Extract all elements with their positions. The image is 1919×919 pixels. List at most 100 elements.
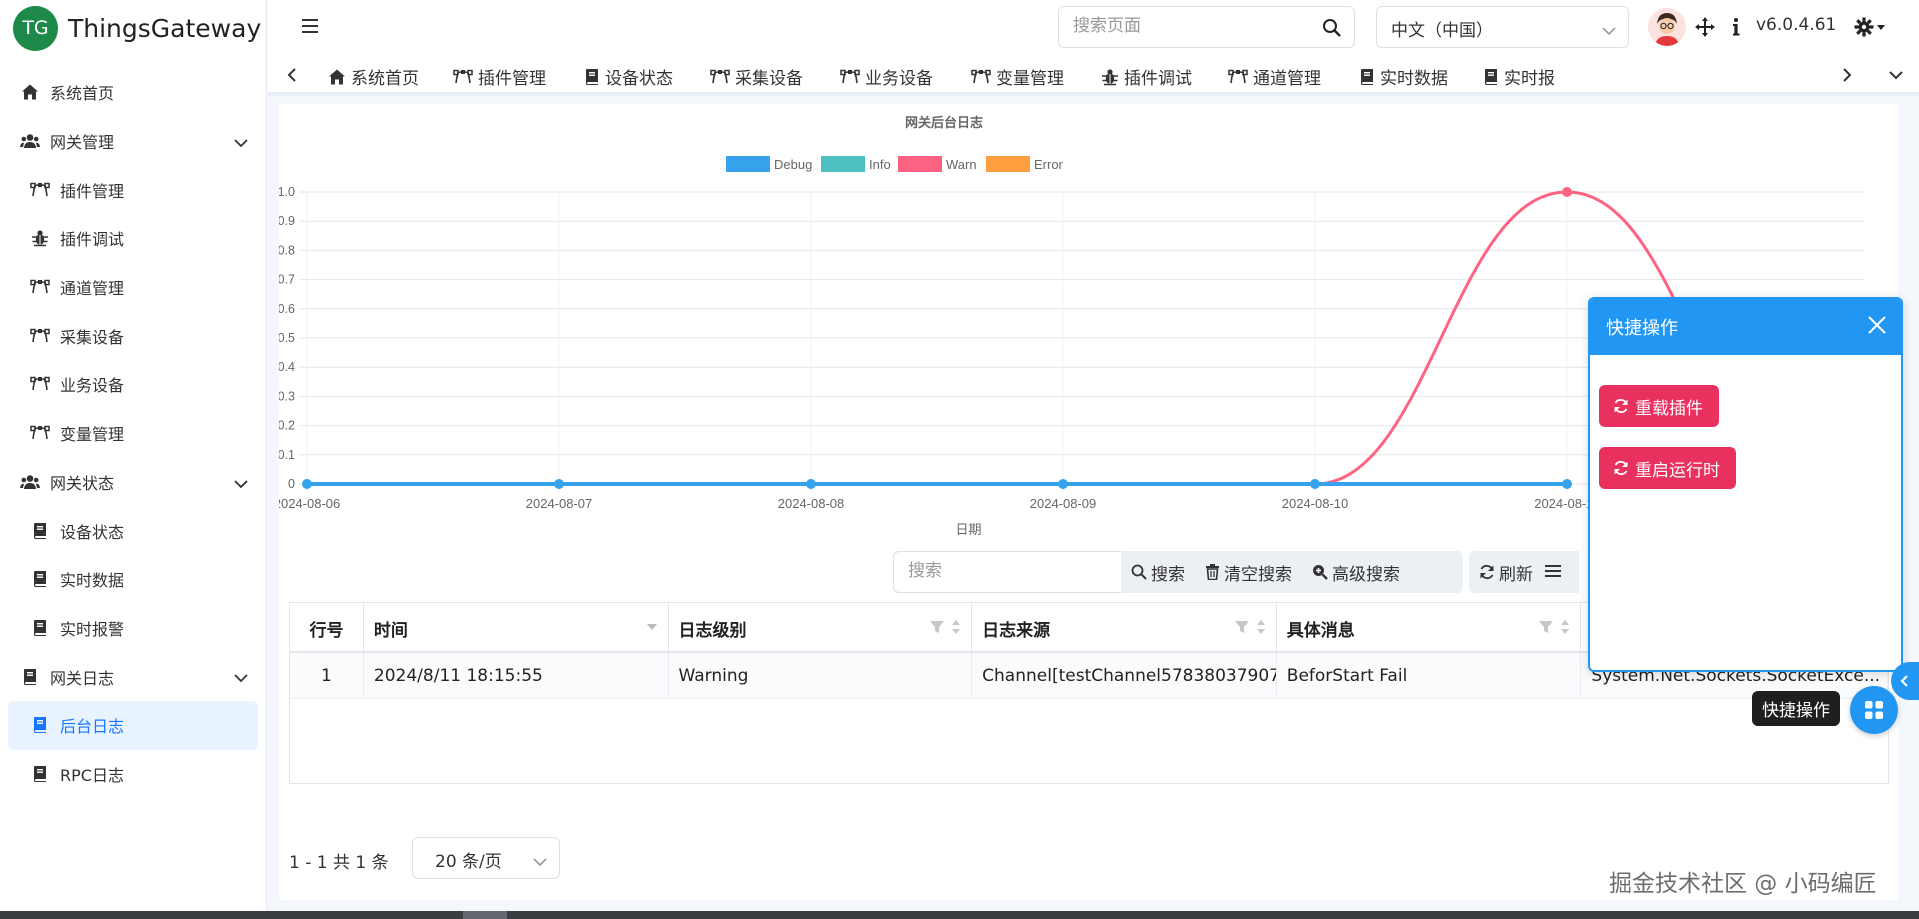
restart-runtime-label: 重启运行时 bbox=[1635, 460, 1720, 481]
bug-icon bbox=[1101, 68, 1124, 86]
sidebar-item-11[interactable]: 实时报警 bbox=[0, 604, 266, 653]
quick-actions-title: 快捷操作 bbox=[1606, 318, 1678, 339]
tab-5[interactable]: 变量管理 bbox=[971, 64, 1064, 89]
quick-actions-fab[interactable] bbox=[1850, 686, 1898, 734]
sidebar-item-10[interactable]: 实时数据 bbox=[0, 555, 266, 604]
chevron-down-icon bbox=[1602, 21, 1616, 41]
sidebar-item-4[interactable]: 通道管理 bbox=[0, 263, 266, 312]
y-tick-label: 0.2 bbox=[279, 419, 295, 433]
search-button-label: 搜索 bbox=[1151, 564, 1185, 585]
tab-4[interactable]: 业务设备 bbox=[840, 64, 933, 89]
table-cell: Warning bbox=[669, 653, 973, 699]
chevron-down-icon bbox=[533, 852, 547, 872]
sidebar-item-label: 实时数据 bbox=[60, 571, 125, 591]
data-point bbox=[1058, 479, 1068, 489]
sidebar-item-0[interactable]: 系统首页 bbox=[0, 68, 266, 117]
search-icon[interactable] bbox=[1322, 18, 1342, 42]
tab-label: 系统首页 bbox=[351, 69, 419, 89]
y-tick-label: 0.4 bbox=[279, 360, 295, 374]
page-search-input[interactable] bbox=[1073, 16, 1303, 36]
sidebar-item-label: 后台日志 bbox=[60, 717, 125, 737]
tab-7[interactable]: 通道管理 bbox=[1228, 64, 1321, 89]
book-icon bbox=[30, 618, 50, 638]
sidebar-item-13[interactable]: 后台日志 bbox=[8, 700, 258, 750]
language-value: 中文（中国） bbox=[1391, 21, 1493, 41]
tab-8[interactable]: 实时数据 bbox=[1359, 64, 1448, 89]
theme-gear-icon[interactable] bbox=[1853, 16, 1887, 42]
quick-actions-tooltip: 快捷操作 bbox=[1752, 691, 1840, 726]
restart-runtime-button[interactable]: 重启运行时 bbox=[1599, 447, 1736, 489]
sidebar-item-label: 网关日志 bbox=[50, 668, 115, 688]
sidebar-item-9[interactable]: 设备状态 bbox=[0, 506, 266, 555]
sidebar-item-2[interactable]: 插件管理 bbox=[0, 165, 266, 214]
sidebar-item-3[interactable]: 插件调试 bbox=[0, 214, 266, 263]
tabs-menu-chevron-icon[interactable] bbox=[1887, 66, 1905, 88]
table-search[interactable] bbox=[893, 551, 1121, 593]
brand-name: ThingsGateway bbox=[68, 13, 262, 43]
tab-9[interactable]: 实时报 bbox=[1483, 64, 1555, 89]
columns-list-icon[interactable] bbox=[1545, 563, 1561, 582]
sort-desc-icon[interactable] bbox=[646, 623, 658, 631]
col-tools bbox=[1234, 619, 1266, 635]
sort-icon bbox=[952, 620, 961, 634]
sidebar-item-label: 网关状态 bbox=[50, 473, 115, 493]
sidebar-item-14[interactable]: RPC日志 bbox=[0, 750, 266, 799]
book-icon bbox=[1359, 68, 1380, 86]
close-icon[interactable] bbox=[1867, 315, 1887, 340]
col-header-message[interactable]: 具体消息 bbox=[1277, 603, 1582, 653]
y-tick-label: 0.5 bbox=[279, 331, 295, 345]
tab-2[interactable]: 设备状态 bbox=[584, 64, 673, 89]
legend-swatch bbox=[986, 156, 1030, 172]
tab-label: 变量管理 bbox=[996, 69, 1064, 89]
home-icon bbox=[328, 68, 351, 86]
sidebar-item-label: 通道管理 bbox=[60, 279, 125, 299]
sidebar-item-1[interactable]: 网关管理 bbox=[0, 117, 266, 166]
page-size-select[interactable]: 20 条/页 bbox=[412, 837, 560, 879]
tab-label: 插件管理 bbox=[478, 69, 546, 89]
table-search-input[interactable] bbox=[908, 561, 1098, 581]
brand[interactable]: TG ThingsGateway bbox=[0, 0, 266, 56]
book-icon bbox=[1483, 68, 1504, 86]
tab-3[interactable]: 采集设备 bbox=[710, 64, 803, 89]
info-icon[interactable] bbox=[1731, 17, 1741, 41]
sidebar-item-label: 插件管理 bbox=[60, 181, 125, 201]
col-header-level[interactable]: 日志级别 bbox=[669, 603, 973, 653]
tab-0[interactable]: 系统首页 bbox=[328, 64, 419, 89]
menu-toggle-icon[interactable] bbox=[300, 16, 320, 40]
sidebar-item-6[interactable]: 业务设备 bbox=[0, 360, 266, 409]
user-avatar[interactable] bbox=[1648, 8, 1686, 46]
sidebar-item-label: 网关管理 bbox=[50, 133, 115, 153]
tab-1[interactable]: 插件管理 bbox=[453, 64, 546, 89]
chevron-down-icon bbox=[234, 474, 248, 493]
language-select[interactable]: 中文（中国） bbox=[1376, 6, 1629, 48]
advanced-search-button-label: 高级搜索 bbox=[1332, 564, 1400, 585]
legend-swatch bbox=[726, 156, 770, 172]
page-search[interactable] bbox=[1058, 6, 1355, 48]
advanced-search-button[interactable]: 高级搜索 bbox=[1302, 560, 1410, 585]
col-header-row-number: 行号 bbox=[290, 603, 364, 653]
clear-search-button[interactable]: 清空搜索 bbox=[1195, 560, 1302, 585]
sort-icon bbox=[1256, 620, 1265, 634]
bezier-icon bbox=[840, 69, 865, 85]
sidebar-item-8[interactable]: 网关状态 bbox=[0, 458, 266, 507]
zoom-plus-icon bbox=[1313, 565, 1328, 580]
tabs-scroll-right-icon[interactable] bbox=[1841, 66, 1853, 88]
users-icon bbox=[20, 472, 40, 492]
col-header-time[interactable]: 时间 bbox=[364, 603, 669, 653]
reload-plugin-button[interactable]: 重载插件 bbox=[1599, 385, 1719, 427]
tabs-scroll-left-icon[interactable] bbox=[286, 66, 298, 88]
sidebar-item-12[interactable]: 网关日志 bbox=[0, 652, 266, 701]
users-icon bbox=[20, 131, 40, 151]
chevron-down-icon bbox=[234, 668, 248, 687]
move-icon[interactable] bbox=[1694, 16, 1716, 42]
x-tick-label: 2024-08-07 bbox=[526, 496, 593, 511]
bezier-icon bbox=[1228, 69, 1253, 85]
sidebar-item-7[interactable]: 变量管理 bbox=[0, 409, 266, 458]
refresh-button[interactable]: 刷新 bbox=[1469, 560, 1543, 585]
y-tick-label: 0 bbox=[288, 477, 295, 491]
x-tick-label: 2024-08-09 bbox=[1030, 496, 1097, 511]
search-button[interactable]: 搜索 bbox=[1121, 560, 1195, 585]
sidebar-item-5[interactable]: 采集设备 bbox=[0, 311, 266, 360]
col-header-source[interactable]: 日志来源 bbox=[972, 603, 1277, 653]
tab-6[interactable]: 插件调试 bbox=[1101, 64, 1192, 89]
